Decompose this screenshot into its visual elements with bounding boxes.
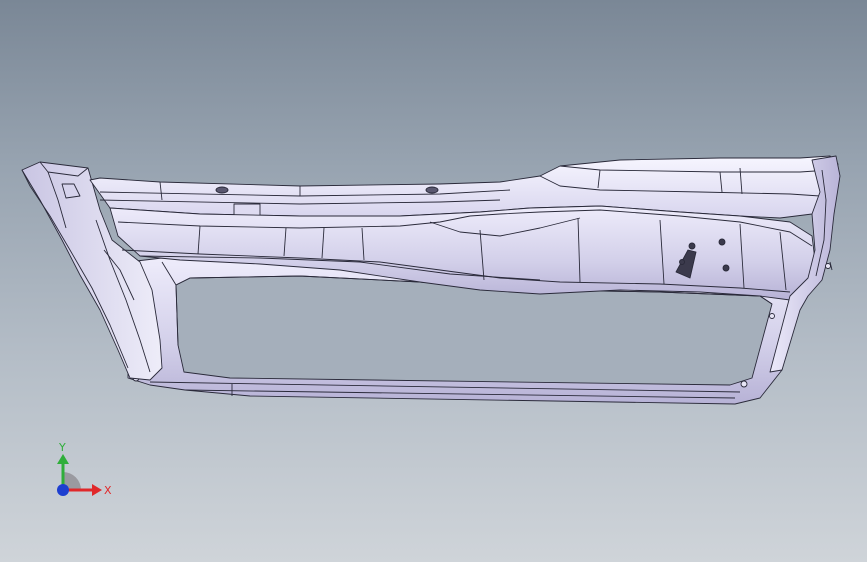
y-axis-label: Y — [58, 441, 66, 454]
y-axis-arrowhead — [57, 454, 69, 464]
top-flange — [89, 155, 839, 219]
x-axis-label: X — [104, 484, 112, 497]
x-axis-arrowhead — [92, 484, 102, 496]
graphics-viewport[interactable]: Y X — [0, 0, 867, 562]
bumper-model[interactable] — [0, 0, 867, 562]
z-axis-dot — [57, 484, 69, 496]
coordinate-triad: Y X — [57, 441, 112, 497]
